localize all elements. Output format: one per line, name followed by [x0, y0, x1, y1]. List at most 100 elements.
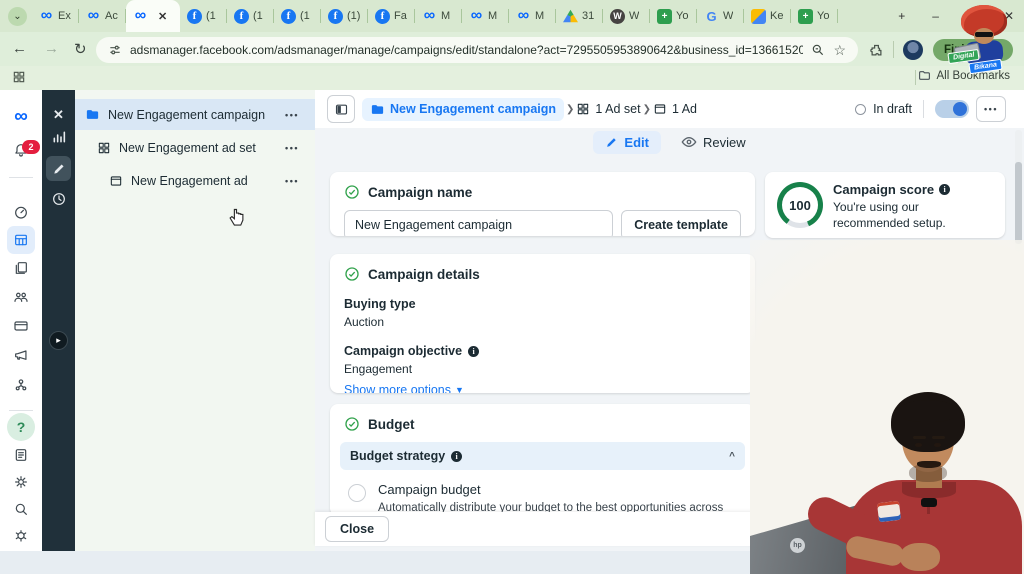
- sidebar-divider: [9, 177, 33, 178]
- forward-button[interactable]: →: [44, 40, 59, 57]
- tree-item-more-button[interactable]: •••: [285, 143, 299, 153]
- url-text: adsmanager.facebook.com/adsmanager/manag…: [130, 43, 804, 57]
- create-template-button[interactable]: Create template: [621, 210, 741, 236]
- people-icon: [13, 289, 29, 305]
- budget-card: Budget Budget strategy i ^ Campaign budg…: [330, 404, 755, 516]
- site-settings-icon[interactable]: [108, 43, 122, 57]
- tab-close-icon[interactable]: ✕: [158, 10, 167, 23]
- tree-item-more-button[interactable]: •••: [285, 176, 299, 186]
- sidebar-item-campaigns[interactable]: [0, 226, 42, 254]
- tree-item-more-button[interactable]: •••: [285, 110, 299, 120]
- breadcrumb-item[interactable]: New Engagement campaign: [362, 97, 565, 121]
- browser-tab[interactable]: WW: [603, 0, 650, 32]
- check-circle-icon: [345, 417, 359, 431]
- bookmark-star-icon[interactable]: ☆: [833, 42, 846, 59]
- browser-tab[interactable]: Ke: [744, 0, 791, 32]
- extensions-icon[interactable]: [869, 43, 884, 58]
- breadcrumb-separator: ❯: [642, 103, 651, 115]
- reload-button[interactable]: ↻: [74, 40, 87, 58]
- browser-tab-active[interactable]: ∞ ✕: [126, 0, 180, 32]
- new-tab-button[interactable]: +: [898, 9, 905, 23]
- browser-tab[interactable]: GW: [697, 0, 744, 32]
- breadcrumb-separator: ❯: [566, 103, 575, 115]
- sidebar-item-settings[interactable]: [0, 468, 42, 496]
- show-more-options-link[interactable]: Show more options ▼: [344, 383, 741, 393]
- campaign-budget-radio[interactable]: [348, 484, 366, 502]
- sidebar-item-audiences[interactable]: [0, 283, 42, 311]
- sidebar-item-business-assets[interactable]: [0, 371, 42, 399]
- browser-tab[interactable]: f (1: [180, 0, 227, 32]
- tree-item[interactable]: New Engagement ad set •••: [75, 132, 315, 163]
- tab-label: Ex: [58, 10, 71, 22]
- sidebar-item-account-overview[interactable]: [0, 198, 42, 226]
- pencil-icon: [52, 162, 66, 176]
- browser-tab[interactable]: ∞ Ex: [32, 0, 79, 32]
- zoom-icon[interactable]: [811, 43, 825, 57]
- sidebar-item-reporting[interactable]: [0, 441, 42, 469]
- browser-tab[interactable]: ∞ Ac: [79, 0, 126, 32]
- close-button[interactable]: Close: [325, 516, 390, 542]
- scrollbar-thumb[interactable]: [1015, 162, 1022, 244]
- meta-tab-icon: ∞: [517, 7, 530, 24]
- facebook-tab-icon: f: [187, 8, 202, 24]
- campaign-name-card: Campaign name Create template: [330, 172, 755, 236]
- tree-item[interactable]: New Engagement campaign •••: [75, 99, 315, 130]
- toggle-panel-button[interactable]: [327, 95, 355, 123]
- gear-icon: [13, 474, 29, 490]
- info-icon[interactable]: i: [468, 345, 480, 357]
- sidebar-item-pages[interactable]: [0, 254, 42, 282]
- browser-tab[interactable]: + Yo: [650, 0, 697, 32]
- info-icon[interactable]: i: [939, 184, 951, 195]
- browser-tab[interactable]: ∞ M: [415, 0, 462, 32]
- browser-tab[interactable]: f (1: [227, 0, 274, 32]
- tab-label: Ac: [105, 10, 118, 22]
- sidebar-item-ads[interactable]: [0, 341, 42, 369]
- header-more-button[interactable]: •••: [976, 96, 1006, 122]
- facebook-tab-icon: f: [281, 8, 296, 24]
- collapse-chevron-icon[interactable]: ^: [729, 451, 735, 462]
- screen: ⌄ ∞ Ex ∞ Ac ∞ ✕ f (1 f (1 f (1 f (1) f Fa ∞ M ∞ M ∞ M 31 W W + Yo G…: [0, 0, 1024, 574]
- profile-avatar[interactable]: [903, 40, 923, 60]
- minimize-button[interactable]: –: [932, 9, 939, 23]
- campaign-name-input[interactable]: [344, 210, 614, 236]
- breadcrumb-item[interactable]: 1 Ad: [653, 102, 697, 116]
- browser-tab[interactable]: f (1): [321, 0, 368, 32]
- url-bar[interactable]: adsmanager.facebook.com/adsmanager/manag…: [96, 37, 858, 63]
- browser-tab[interactable]: ∞ M: [509, 0, 556, 32]
- folder-icon: [85, 107, 100, 122]
- sidebar-item-help[interactable]: ?: [0, 413, 42, 441]
- pencil-icon: [607, 137, 617, 147]
- back-button[interactable]: ←: [12, 40, 27, 57]
- rail-item-performance-chart[interactable]: [46, 124, 71, 149]
- tab-edit[interactable]: Edit: [593, 130, 661, 154]
- sidebar-item-meta-logo[interactable]: ∞: [0, 102, 42, 130]
- budget-strategy-header[interactable]: Budget strategy i ^: [340, 442, 745, 470]
- megaphone-icon: [13, 347, 29, 363]
- rail-item-edit-mode[interactable]: [46, 156, 71, 181]
- rail-item-history[interactable]: [46, 186, 71, 211]
- help-icon: ?: [16, 419, 26, 435]
- browser-tab[interactable]: f Fa: [368, 0, 415, 32]
- browser-tab[interactable]: ∞ M: [462, 0, 509, 32]
- browser-tab[interactable]: 31: [556, 0, 603, 32]
- sidebar-item-report-problem[interactable]: [0, 521, 42, 549]
- google-tab-icon: G: [706, 8, 717, 24]
- tab-label: Yo: [676, 10, 689, 22]
- campaign-name-title: Campaign name: [368, 184, 473, 200]
- score-title: Campaign score: [833, 182, 935, 197]
- tab-search-chevron-icon[interactable]: ⌄: [8, 7, 27, 26]
- sidebar-item-search[interactable]: [0, 495, 42, 523]
- publish-toggle[interactable]: [935, 100, 969, 118]
- sidebar-item-billing[interactable]: [0, 312, 42, 340]
- breadcrumb-item[interactable]: 1 Ad set: [576, 102, 641, 116]
- tree-item[interactable]: New Engagement ad •••: [75, 165, 315, 196]
- expand-rail-button[interactable]: ▸: [49, 331, 68, 350]
- tab-label: M: [441, 10, 451, 22]
- browser-tab[interactable]: f (1: [274, 0, 321, 32]
- apps-grid-icon[interactable]: [12, 70, 26, 84]
- info-icon[interactable]: i: [451, 450, 463, 462]
- check-circle-icon: [345, 267, 359, 281]
- tab-review[interactable]: Review: [681, 134, 746, 150]
- check-circle-icon: [345, 185, 359, 199]
- browser-tab[interactable]: + Yo: [791, 0, 838, 32]
